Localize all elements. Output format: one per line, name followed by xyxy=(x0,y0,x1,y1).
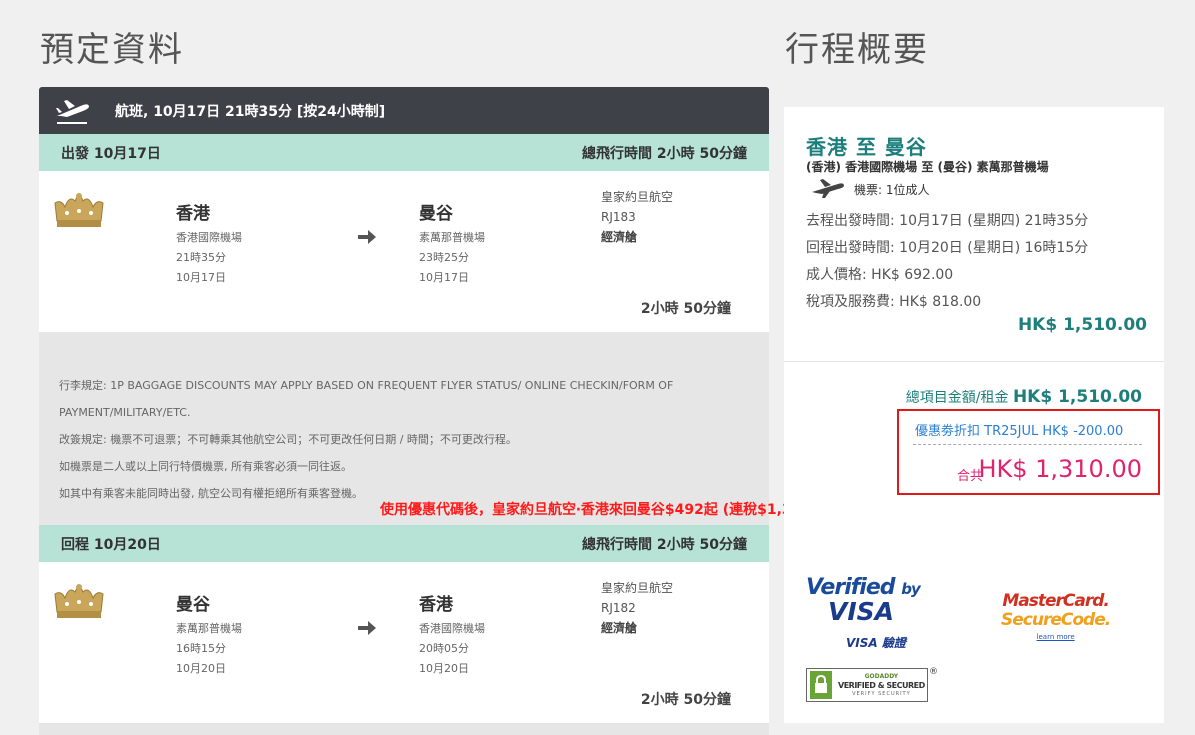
plane-icon xyxy=(812,179,844,198)
outbound-label: 出發 10月17日 xyxy=(61,145,161,162)
summary-subtotal: HK$ 1,510.00 xyxy=(1017,315,1147,335)
inbound-leg-bar: 回程 10月20日 總飛行時間 2小時 50分鐘 xyxy=(39,525,769,562)
royal-jordanian-crown-icon xyxy=(54,193,104,227)
registered-mark: ® xyxy=(929,667,938,677)
plane-takeoff-icon xyxy=(56,99,89,124)
royal-jordanian-crown-icon xyxy=(54,584,104,618)
flight-header: 航班, 10月17日 21時35分 [按24小時制] xyxy=(39,87,769,134)
booking-details-panel: 航班, 10月17日 21時35分 [按24小時制] 出發 10月17日 總飛行… xyxy=(39,87,769,735)
cabin-class: 經濟艙 xyxy=(601,230,638,244)
change-rule: 改簽規定: 機票不可退票；不可轉乘其他航空公司；不可更改任何日期 / 時間；不可… xyxy=(59,433,517,446)
origin-time: 21時35分 xyxy=(176,251,226,264)
destination-city: 曼谷 xyxy=(419,204,453,224)
outbound-total-time: 總飛行時間 2小時 50分鐘 xyxy=(582,145,747,162)
destination-city: 香港 xyxy=(419,595,453,615)
tax-fees: 稅項及服務費: HK$ 818.00 xyxy=(806,294,982,310)
promo-annotation: 使用優惠代碼後，皇家約旦航空‧香港來回曼谷$492起 (連稅$1,310起) xyxy=(380,502,832,518)
outbound-origin: 香港 香港國際機場 21時35分 10月17日 xyxy=(176,199,242,288)
origin-city: 香港 xyxy=(176,204,210,224)
booking-details-title: 預定資料 xyxy=(40,30,184,70)
origin-date: 10月17日 xyxy=(176,271,226,284)
total-amount: HK$ 1,310.00 xyxy=(978,455,1142,483)
destination-airport: 香港國際機場 xyxy=(419,622,485,635)
arrow-right-icon xyxy=(358,621,376,635)
outbound-duration: 2小時 50分鐘 xyxy=(640,301,731,317)
grand-total-value: HK$ 1,510.00 xyxy=(1012,387,1142,407)
summary-divider xyxy=(784,361,1164,362)
origin-date: 10月20日 xyxy=(176,662,226,675)
destination-airport: 素萬那普機場 xyxy=(419,231,485,244)
inbound-leg-details: 曼谷 素萬那普機場 16時15分 10月20日 香港 香港國際機場 20時05分… xyxy=(39,562,769,723)
flight-number: RJ183 xyxy=(601,210,636,224)
grand-total-line: 總項目金額/租金 HK$ 1,510.00 xyxy=(906,387,1142,407)
vbv-chinese: VISA 驗證 xyxy=(846,636,906,650)
summary-airports: (香港) 香港國際機場 至 (曼谷) 素萬那普機場 xyxy=(806,160,1049,174)
vbv-by: by xyxy=(901,580,920,598)
outbound-leg-bar: 出發 10月17日 總飛行時間 2小時 50分鐘 xyxy=(39,134,769,171)
origin-city: 曼谷 xyxy=(176,595,210,615)
verified-by-visa-badge: Verified by VISA VISA 驗證 xyxy=(806,575,921,651)
dashed-divider xyxy=(913,444,1142,445)
arrow-right-icon xyxy=(358,230,376,244)
vbv-visa: VISA xyxy=(828,597,895,626)
cabin-class: 經濟艙 xyxy=(601,621,638,635)
baggage-rule-cont: PAYMENT/MILITARY/ETC. xyxy=(59,406,191,419)
summary-passengers: 機票: 1位成人 xyxy=(810,178,930,200)
outbound-destination: 曼谷 素萬那普機場 23時25分 10月17日 xyxy=(419,199,485,288)
destination-time: 20時05分 xyxy=(419,642,469,655)
origin-time: 16時15分 xyxy=(176,642,226,655)
inbound-rules-start xyxy=(39,723,769,735)
godaddy-verify: VERIFY SECURITY xyxy=(852,690,911,697)
godaddy-secured-badge[interactable]: GODADDY VERIFIED & SECURED VERIFY SECURI… xyxy=(806,668,928,702)
itinerary-summary-card: 香港 至 曼谷 (香港) 香港國際機場 至 (曼谷) 素萬那普機場 機票: 1位… xyxy=(784,107,1164,723)
fare-rules: 行李規定: 1P BAGGAGE DISCOUNTS MAY APPLY BAS… xyxy=(39,332,769,525)
godaddy-verified: VERIFIED & SECURED xyxy=(838,680,925,690)
discount-highlight-box: 優惠劵折扣 TR25JUL HK$ -200.00 合共 HK$ 1,310.0… xyxy=(897,409,1160,495)
mc-learn-more-link[interactable]: learn more xyxy=(1001,633,1110,641)
summary-route: 香港 至 曼谷 xyxy=(806,135,927,159)
airline-name: 皇家約旦航空 xyxy=(601,190,674,204)
origin-airport: 素萬那普機場 xyxy=(176,622,242,635)
origin-airport: 香港國際機場 xyxy=(176,231,242,244)
inbound-total-time: 總飛行時間 2小時 50分鐘 xyxy=(582,536,747,553)
depart-time: 去程出發時間: 10月17日 (星期四) 21時35分 xyxy=(806,213,1089,229)
group-rule: 如機票是二人或以上同行特價機票, 所有乘客必須一同往返。 xyxy=(59,460,352,473)
destination-date: 10月20日 xyxy=(419,662,469,675)
airline-name: 皇家約旦航空 xyxy=(601,581,674,595)
lock-icon xyxy=(810,671,832,699)
baggage-rule: 行李規定: 1P BAGGAGE DISCOUNTS MAY APPLY BAS… xyxy=(59,379,674,392)
destination-time: 23時25分 xyxy=(419,251,469,264)
flight-number: RJ182 xyxy=(601,601,636,615)
inbound-origin: 曼谷 素萬那普機場 16時15分 10月20日 xyxy=(176,590,242,679)
inbound-duration: 2小時 50分鐘 xyxy=(640,692,731,708)
grand-total-label: 總項目金額/租金 xyxy=(905,390,1009,406)
passenger-count: 機票: 1位成人 xyxy=(854,182,930,197)
itinerary-summary-title: 行程概要 xyxy=(785,30,929,70)
inbound-label: 回程 10月20日 xyxy=(61,536,161,553)
voucher-discount: 優惠劵折扣 TR25JUL HK$ -200.00 xyxy=(915,424,1124,439)
return-time: 回程出發時間: 10月20日 (星期日) 16時15分 xyxy=(806,240,1089,256)
inbound-airline-info: 皇家約旦航空 RJ182 經濟艙 xyxy=(601,578,673,638)
outbound-leg-details: 香港 香港國際機場 21時35分 10月17日 曼谷 素萬那普機場 23時25分… xyxy=(39,171,769,332)
flight-header-text: 航班, 10月17日 21時35分 [按24小時制] xyxy=(115,103,386,120)
adult-price: 成人價格: HK$ 692.00 xyxy=(806,267,954,283)
outbound-airline-info: 皇家約旦航空 RJ183 經濟艙 xyxy=(601,187,673,247)
inbound-destination: 香港 香港國際機場 20時05分 10月20日 xyxy=(419,590,485,679)
mc-securecode: SecureCode. xyxy=(1001,610,1111,630)
mastercard-securecode-badge: MasterCard. SecureCode. learn more xyxy=(1001,591,1111,641)
destination-date: 10月17日 xyxy=(419,271,469,284)
mc-mastercard: MasterCard. xyxy=(1002,591,1110,611)
godaddy-brand: GODADDY xyxy=(864,672,899,680)
